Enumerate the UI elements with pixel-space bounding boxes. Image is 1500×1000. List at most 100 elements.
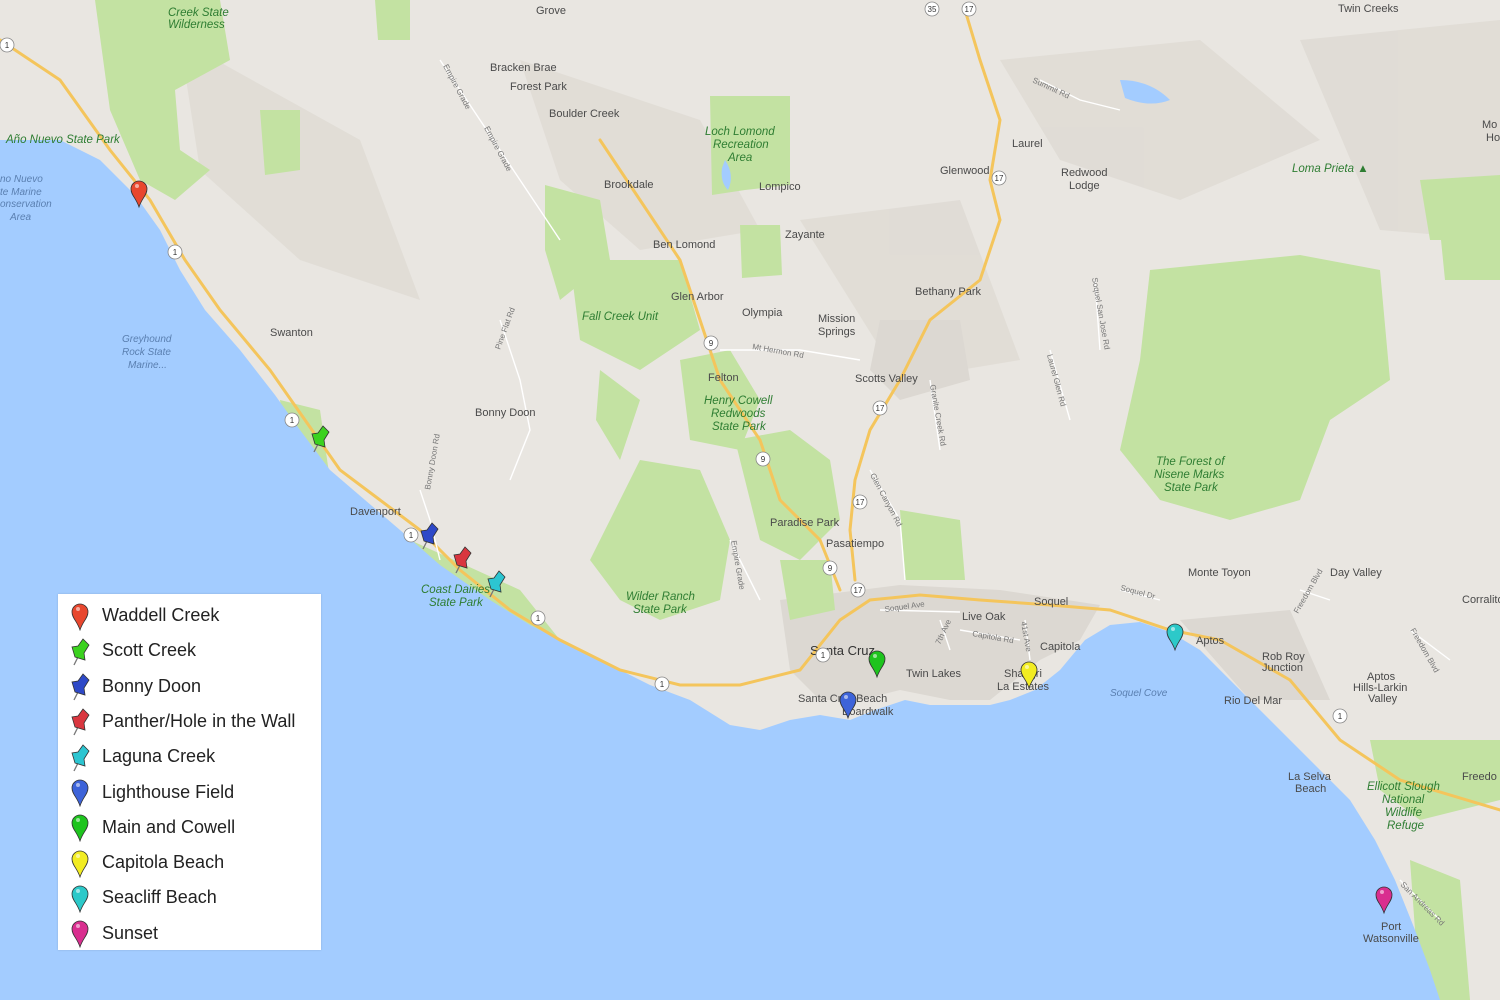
route-number: 17 xyxy=(876,404,885,413)
route-1-shield: 1 xyxy=(815,647,831,663)
legend-label: Seacliff Beach xyxy=(102,887,217,908)
place-label: Glenwood xyxy=(940,165,990,177)
legend-label: Lighthouse Field xyxy=(102,781,235,802)
place-label: te Marine xyxy=(0,187,42,198)
legend-marker-glyph[interactable] xyxy=(71,779,89,807)
pushpin-icon xyxy=(58,706,102,736)
place-label: onservation xyxy=(0,199,52,210)
route-9-shield: 9 xyxy=(755,451,771,467)
place-label: no Nuevo xyxy=(0,174,43,185)
place-label: Wilder Ranch xyxy=(626,591,695,603)
legend-marker-glyph[interactable] xyxy=(71,603,89,631)
route-1-shield: 1 xyxy=(167,244,183,260)
route-number: 9 xyxy=(761,455,766,464)
legend-marker-glyph[interactable] xyxy=(71,850,89,878)
place-label: Wilderness xyxy=(168,19,225,31)
place-label: The Forest of xyxy=(1156,456,1226,468)
place-label: Area xyxy=(727,152,752,164)
legend-label: Waddell Creek xyxy=(102,605,220,625)
place-label: Boulder Creek xyxy=(549,108,620,120)
place-label: Davenport xyxy=(350,506,401,518)
place-label: Coast Dairies xyxy=(421,584,490,596)
place-label: Grove xyxy=(536,5,566,17)
route-number: 1 xyxy=(1338,712,1343,721)
place-label: State Park xyxy=(1164,482,1219,494)
route-9-shield: 9 xyxy=(822,560,838,576)
route-17-shield: 17 xyxy=(872,400,888,416)
legend-item[interactable]: Seacliff Beach xyxy=(58,880,217,915)
legend-item[interactable]: Scott Creek xyxy=(58,633,196,668)
route-number: 17 xyxy=(854,586,863,595)
pushpin-icon xyxy=(58,671,102,701)
map-marker-icon xyxy=(58,883,102,913)
place-label: Ellicott Slough xyxy=(1367,781,1440,793)
route-number: 35 xyxy=(928,5,937,14)
place-label: La Selva xyxy=(1288,771,1332,783)
route-number: 1 xyxy=(660,680,665,689)
place-label: Rio Del Mar xyxy=(1224,695,1282,707)
legend-marker-glyph[interactable] xyxy=(71,638,90,666)
legend-item[interactable]: Panther/Hole in the Wall xyxy=(58,704,295,739)
place-label: Swanton xyxy=(270,327,313,339)
place-label: Valley xyxy=(1368,693,1398,705)
route-number: 9 xyxy=(709,339,714,348)
route-1-shield: 1 xyxy=(530,610,546,626)
place-label: Junction xyxy=(1262,662,1303,674)
legend-marker-glyph[interactable] xyxy=(71,708,90,736)
place-label: Bracken Brae xyxy=(490,62,557,74)
place-label: Capitola xyxy=(1040,641,1081,653)
legend-marker-glyph[interactable] xyxy=(71,673,90,701)
place-label: Felton xyxy=(708,372,739,384)
legend-item[interactable]: Lighthouse Field xyxy=(58,775,234,810)
route-number: 17 xyxy=(965,5,974,14)
pushpin-icon xyxy=(58,636,102,666)
legend-marker-glyph[interactable] xyxy=(71,814,89,843)
legend-label: Main and Cowell xyxy=(102,816,236,837)
route-number: 1 xyxy=(5,41,10,50)
place-label: Area xyxy=(9,212,32,223)
legend-marker-glyph[interactable] xyxy=(71,920,89,949)
route-1-shield: 1 xyxy=(654,676,670,692)
place-label: National xyxy=(1382,794,1425,806)
route-number: 1 xyxy=(409,531,414,540)
map-marker-icon xyxy=(58,918,102,949)
place-label: Zayante xyxy=(785,229,825,241)
route-number: 1 xyxy=(821,651,826,660)
place-label: Aptos xyxy=(1196,635,1225,647)
route-1-shield: 1 xyxy=(0,37,15,53)
route-number: 9 xyxy=(828,564,833,573)
legend-label: Panther/Hole in the Wall xyxy=(102,710,296,731)
route-17-shield: 17 xyxy=(852,494,868,510)
legend-item[interactable]: Main and Cowell xyxy=(58,810,235,845)
place-label: Live Oak xyxy=(962,611,1006,623)
place-label: Brookdale xyxy=(604,179,654,191)
route-9-shield: 9 xyxy=(703,335,719,351)
place-label: Rock State xyxy=(122,347,171,358)
route-17-shield: 17 xyxy=(991,170,1007,186)
route-1-shield: 1 xyxy=(1332,708,1348,724)
legend-item[interactable]: Waddell Creek xyxy=(58,598,219,633)
legend-marker-glyph[interactable] xyxy=(71,744,90,771)
place-label: Day Valley xyxy=(1330,567,1382,579)
legend-item[interactable]: Sunset xyxy=(58,916,158,951)
legend-label: Sunset xyxy=(102,922,159,943)
place-label: Laurel xyxy=(1012,138,1043,150)
place-label: Beach xyxy=(1295,783,1326,795)
legend-item[interactable]: Capitola Beach xyxy=(58,845,224,880)
place-label: Watsonville xyxy=(1363,933,1419,945)
legend-item[interactable]: Bonny Doon xyxy=(58,669,201,704)
place-label: Springs xyxy=(818,326,856,338)
place-label: Twin Lakes xyxy=(906,668,962,680)
route-35-shield: 35 xyxy=(924,1,940,17)
route-17-shield: 17 xyxy=(961,1,977,17)
legend-item[interactable]: Laguna Creek xyxy=(58,739,215,774)
place-label: Henry Cowell xyxy=(704,395,773,407)
place-label: Greyhound xyxy=(122,334,172,345)
place-label: Loch Lomond xyxy=(705,126,775,138)
place-label: State Park xyxy=(429,597,484,609)
legend-marker-glyph[interactable] xyxy=(71,885,89,913)
place-label: Lodge xyxy=(1069,180,1100,192)
route-number: 1 xyxy=(290,416,295,425)
legend-label: Scott Creek xyxy=(102,640,197,661)
map-legend: Waddell Creek Scott Creek Bonny Doon Panthe… xyxy=(58,594,321,950)
